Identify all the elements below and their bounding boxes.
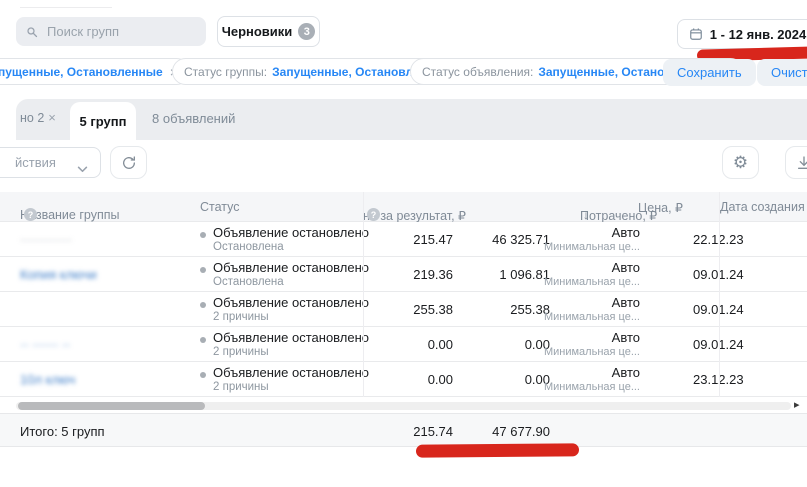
group-name-link[interactable]: ·· ······ ·· bbox=[20, 337, 71, 352]
price-strategy-cell: Минимальная це... bbox=[544, 241, 640, 253]
status-text: Объявление остановлено bbox=[213, 225, 369, 240]
cost-per-result-cell: 215.47 bbox=[413, 232, 453, 247]
status-text: Объявление остановлено bbox=[213, 365, 369, 380]
search-field bbox=[16, 17, 206, 46]
price-cell: Авто bbox=[612, 295, 640, 310]
search-icon bbox=[26, 26, 38, 38]
price-cell: Авто bbox=[612, 365, 640, 380]
filter-chip-prefix: Статус объявления: bbox=[422, 65, 533, 79]
tab-groups[interactable]: 5 групп bbox=[70, 102, 136, 140]
status-dot-icon bbox=[200, 232, 206, 238]
drafts-count-badge: 3 bbox=[298, 23, 315, 40]
help-icon: ? bbox=[24, 208, 37, 221]
price-strategy-cell: Минимальная це... bbox=[544, 346, 640, 358]
spent-cell: 46 325.71 bbox=[492, 232, 550, 247]
tab-selected-items[interactable]: но 2 × bbox=[20, 110, 56, 125]
chevron-down-icon bbox=[77, 160, 88, 178]
price-cell: Авто bbox=[612, 330, 640, 345]
group-name-link[interactable]: Копия ключи bbox=[20, 267, 97, 282]
status-dot-icon bbox=[200, 267, 206, 273]
ads-manager-screen: Черновики 3 1 - 12 янв. 2024 пущенные, О… bbox=[0, 0, 807, 487]
substatus-text: 2 причины bbox=[213, 311, 269, 323]
price-strategy-cell: Минимальная це... bbox=[544, 311, 640, 323]
drafts-button[interactable]: Черновики 3 bbox=[217, 16, 320, 47]
tab-ads[interactable]: 8 объявлений bbox=[152, 111, 235, 126]
column-header-status[interactable]: Статус bbox=[200, 200, 240, 214]
table-header: Название группы? Статус на за результат,… bbox=[0, 192, 807, 222]
spent-cell: 1 096.81 bbox=[499, 267, 550, 282]
help-icon: ? bbox=[367, 208, 380, 221]
refresh-button[interactable] bbox=[110, 146, 147, 179]
status-text: Объявление остановлено bbox=[213, 260, 369, 275]
actions-dropdown-label: йствия bbox=[15, 155, 56, 170]
totals-cost-per-result: 215.74 bbox=[413, 424, 453, 439]
settings-button[interactable]: ⚙ bbox=[722, 146, 759, 179]
price-strategy-cell: Минимальная це... bbox=[544, 276, 640, 288]
substatus-text: 2 причины bbox=[213, 381, 269, 393]
divider bbox=[20, 7, 112, 8]
column-divider bbox=[719, 192, 720, 397]
totals-row: Итого: 5 групп 215.74 47 677.90 bbox=[0, 413, 807, 447]
search-input[interactable] bbox=[45, 23, 189, 40]
scroll-right-icon[interactable]: ▸ bbox=[794, 398, 800, 411]
filter-chip-prefix: Статус группы: bbox=[184, 65, 267, 79]
red-marker-annotation-totals bbox=[416, 443, 579, 457]
status-dot-icon bbox=[200, 372, 206, 378]
date-range-button[interactable]: 1 - 12 янв. 2024 bbox=[677, 19, 807, 49]
close-icon[interactable]: × bbox=[48, 110, 56, 125]
substatus-text: Остановлена bbox=[213, 276, 284, 288]
actions-dropdown[interactable]: йствия bbox=[0, 147, 101, 178]
status-dot-icon bbox=[200, 337, 206, 343]
table-row[interactable]: ·· ······ ·· Объявление остановлено 2 пр… bbox=[0, 327, 807, 362]
cost-per-result-cell: 219.36 bbox=[413, 267, 453, 282]
save-filters-button[interactable]: Сохранить bbox=[663, 59, 756, 86]
cost-per-result-cell: 255.38 bbox=[413, 302, 453, 317]
totals-label: Итого: 5 групп bbox=[20, 424, 105, 439]
table-row[interactable]: Копия ключи Объявление остановлено Остан… bbox=[0, 257, 807, 292]
price-cell: Авто bbox=[612, 225, 640, 240]
group-name-link[interactable]: ············ bbox=[20, 232, 72, 247]
filter-chip-status[interactable]: пущенные, Остановленные × bbox=[0, 58, 190, 85]
clear-filters-button[interactable]: Очистить bbox=[757, 59, 807, 86]
status-dot-icon bbox=[200, 302, 206, 308]
table-row[interactable]: Объявление остановлено 2 причины 255.38 … bbox=[0, 292, 807, 327]
calendar-icon bbox=[689, 27, 703, 41]
cost-per-result-cell: 0.00 bbox=[428, 337, 453, 352]
sort-desc-icon: ↓ bbox=[583, 208, 589, 222]
refresh-icon bbox=[121, 155, 137, 171]
h-scrollbar-thumb[interactable] bbox=[18, 402, 205, 410]
tab-label: но 2 bbox=[20, 111, 44, 125]
substatus-text: Остановлена bbox=[213, 241, 284, 253]
column-header-created[interactable]: Дата создания bbox=[720, 200, 805, 214]
export-button[interactable] bbox=[785, 146, 807, 179]
cost-per-result-cell: 0.00 bbox=[428, 372, 453, 387]
status-text: Объявление остановлено bbox=[213, 295, 369, 310]
table-row[interactable]: 10л ключ Объявление остановлено 2 причин… bbox=[0, 362, 807, 397]
filter-chip-value: пущенные, Остановленные bbox=[0, 65, 163, 79]
column-divider bbox=[363, 192, 364, 397]
gear-icon: ⚙ bbox=[733, 153, 748, 173]
price-strategy-cell: Минимальная це... bbox=[544, 381, 640, 393]
date-range-label: 1 - 12 янв. 2024 bbox=[710, 27, 806, 42]
totals-spent: 47 677.90 bbox=[492, 424, 550, 439]
status-text: Объявление остановлено bbox=[213, 330, 369, 345]
column-header-price[interactable]: Цена, ₽ bbox=[638, 200, 683, 215]
download-icon bbox=[796, 155, 807, 171]
drafts-label: Черновики bbox=[222, 24, 293, 39]
price-cell: Авто bbox=[612, 260, 640, 275]
group-name-link[interactable]: 10л ключ bbox=[20, 372, 75, 387]
table-row[interactable]: ············ Объявление остановлено Оста… bbox=[0, 222, 807, 257]
substatus-text: 2 причины bbox=[213, 346, 269, 358]
